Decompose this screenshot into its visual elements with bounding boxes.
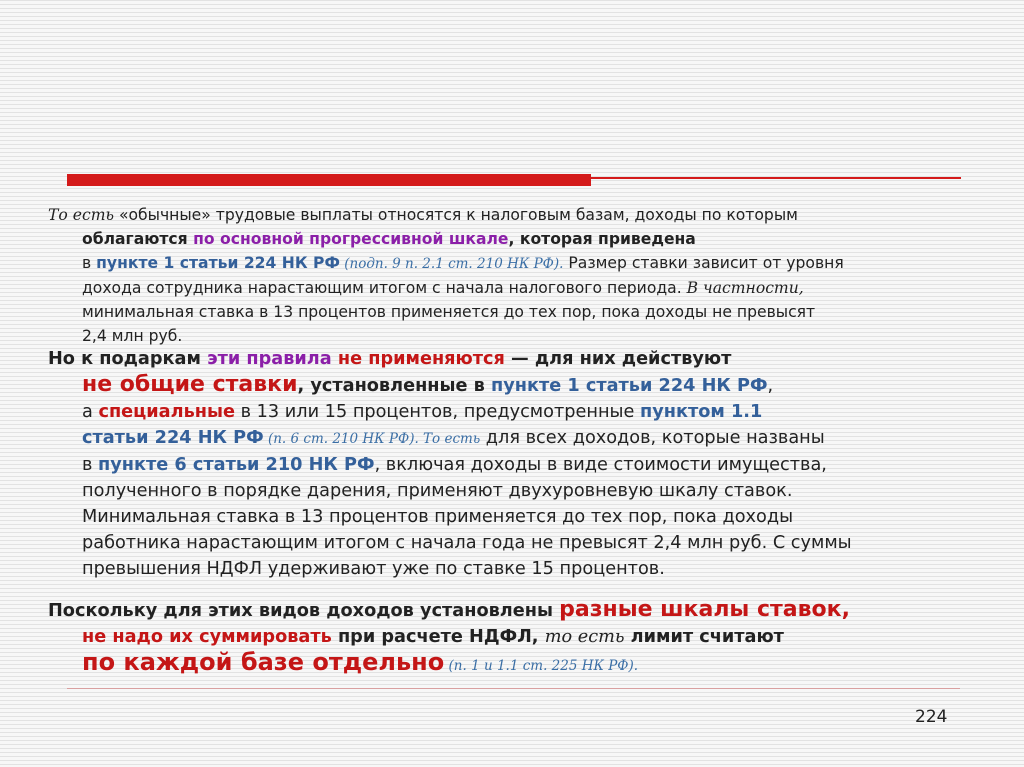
p2-line4-c: для всех доходов, которые названы: [480, 428, 825, 448]
ref-article-224: статьи 224 НК РФ: [82, 428, 264, 448]
p2-line5-a: в: [82, 455, 99, 475]
special-term: специальные: [98, 402, 235, 422]
p1-line3-d: Размер ставки зависит от уровня: [563, 254, 844, 272]
p2-line1-a: Но к подаркам: [48, 349, 208, 369]
not-applied-term: не применяются: [337, 349, 505, 369]
not-common-rates-term: не общие ставки: [82, 372, 298, 397]
p2-line2-d: ,: [767, 376, 774, 396]
p2-line9: превышения НДФЛ удерживают уже по ставке…: [82, 559, 665, 579]
each-base-separately-term: по каждой базе отдельно: [82, 647, 445, 676]
paragraph-separate-limits: Поскольку для этих видов доходов установ…: [48, 596, 988, 680]
p2-line5-c: , включая доходы в виде стоимости имущес…: [374, 455, 827, 475]
paragraph-gifts: Но к подаркам эти правила не применяются…: [48, 346, 988, 582]
p1-line1-text: «обычные» трудовые выплаты относятся к н…: [113, 206, 798, 224]
p2-line8: работника нарастающим итогом с начала го…: [82, 533, 852, 553]
p1-lead: То есть: [48, 206, 114, 224]
p3-line2-c: то есть: [544, 626, 625, 647]
footer-rule: [67, 688, 960, 689]
p1-line2-c: , которая приведена: [508, 230, 696, 248]
p2-line1-e: — для них действуют: [504, 349, 732, 369]
p2-line3-a: а: [82, 402, 99, 422]
p3-line2-b: при расчете НДФЛ,: [331, 626, 545, 647]
paragraph-ordinary-payments: То есть «обычные» трудовые выплаты относ…: [48, 203, 968, 348]
ref-article-210-p6: пункте 6 статьи 210 НК РФ: [98, 455, 375, 475]
ref-225: (п. 1 и 1.1 ст. 225 НК РФ).: [444, 657, 639, 674]
ref-article-224-p1: пункте 1 статьи 224 НК РФ: [96, 254, 340, 272]
p1-line5: минимальная ставка в 13 процентов примен…: [82, 303, 816, 321]
title-accent-line: [591, 177, 961, 179]
p1-line4-b: В частности,: [686, 279, 804, 297]
different-scales-term: разные шкалы ставок,: [559, 597, 850, 622]
p1-line4-a: дохода сотрудника нарастающим итогом с н…: [82, 279, 687, 297]
ref-p6-210: (п. 6 ст. 210 НК РФ). То есть: [263, 431, 481, 447]
ref-article-224-p1-b: пункте 1 статьи 224 НК РФ: [491, 376, 768, 396]
title-accent-bar: [67, 174, 591, 186]
ref-sub9-210: (подп. 9 п. 2.1 ст. 210 НК РФ).: [339, 256, 564, 272]
p1-line2-a: облагаются: [82, 230, 194, 248]
p2-line6: полученного в порядке дарения, применяют…: [82, 481, 793, 501]
p2-line3-c: в 13 или 15 процентов, предусмотренные: [234, 402, 640, 422]
ref-point-1-1: пунктом 1.1: [639, 402, 763, 422]
these-rules-term: эти правила: [207, 349, 332, 369]
p1-line6: 2,4 млн руб.: [82, 327, 183, 345]
p2-line2-b: , установленные в: [297, 376, 492, 396]
no-summing-term: не надо их суммировать: [82, 626, 332, 647]
progressive-scale-term: по основной прогрессивной шкале: [193, 230, 509, 248]
p2-line7: Минимальная ставка в 13 процентов примен…: [82, 507, 794, 527]
p3-line1-a: Поскольку для этих видов доходов установ…: [48, 601, 560, 621]
page-number: 224: [915, 707, 948, 727]
p1-line3-a: в: [82, 254, 97, 272]
p3-line2-d: лимит считают: [624, 626, 784, 647]
